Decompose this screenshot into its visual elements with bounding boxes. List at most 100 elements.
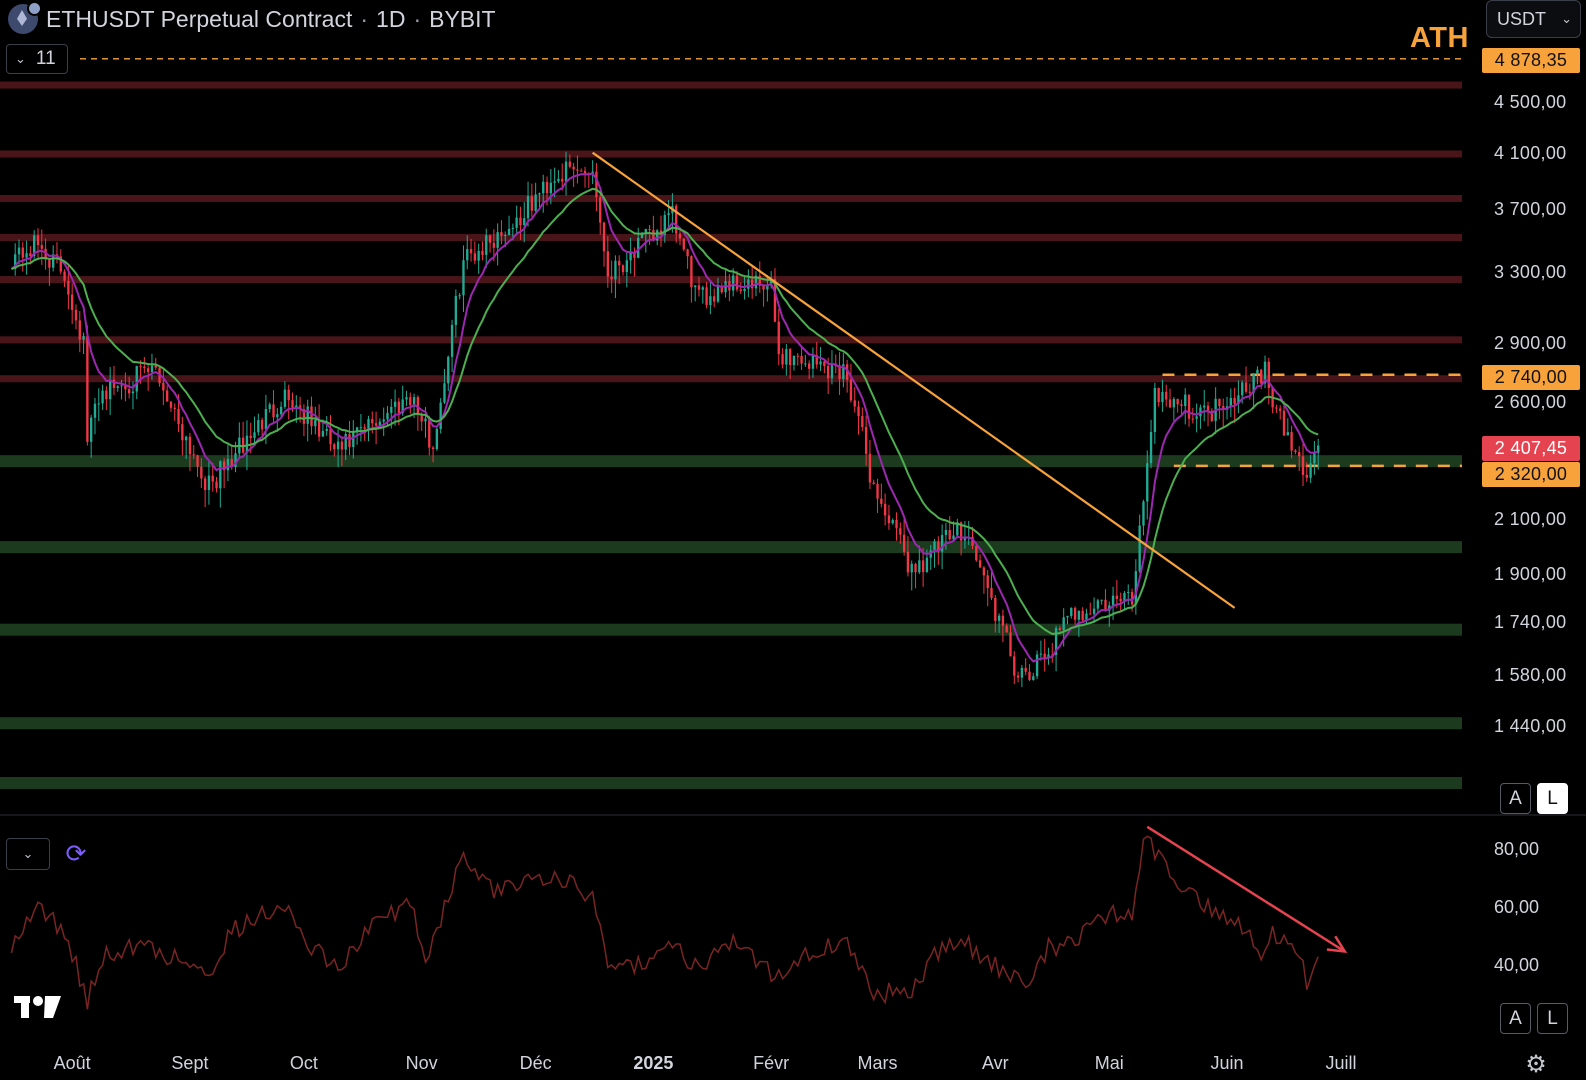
candlestick [97, 388, 100, 422]
exchange-label: BYBIT [429, 5, 496, 32]
candlestick [1016, 671, 1020, 683]
candlestick [804, 354, 807, 367]
candlestick [302, 404, 306, 437]
candlestick [1073, 606, 1077, 625]
candlestick [439, 398, 442, 434]
candlestick [257, 413, 260, 436]
chart-canvas[interactable] [0, 0, 1586, 1080]
last-price-tag: 2 407,45 [1482, 436, 1580, 461]
resistance-zone [0, 234, 1462, 242]
candlestick [447, 355, 450, 392]
resistance-zone [0, 81, 1462, 89]
auto-scale-button[interactable]: A [1500, 783, 1531, 814]
candlestick [306, 399, 309, 442]
candlestick [71, 283, 74, 325]
candlestick [253, 416, 256, 443]
candlestick [595, 163, 598, 212]
candlestick [196, 454, 199, 477]
candlestick [978, 554, 982, 568]
time-tick-label: Juill [1325, 1053, 1357, 1073]
candlestick [215, 476, 218, 493]
candlestick [1275, 404, 1278, 413]
candlestick [887, 504, 891, 530]
candlestick [515, 205, 518, 236]
candlestick [678, 228, 682, 246]
candlestick [458, 292, 461, 300]
time-tick-label: Déc [519, 1053, 552, 1073]
tradingview-logo[interactable] [14, 994, 62, 1025]
candlestick [1286, 418, 1289, 436]
log-scale-button[interactable]: L [1537, 783, 1568, 814]
title-separator: · [413, 5, 422, 32]
title-separator: · [360, 5, 369, 32]
candlestick [1138, 514, 1141, 574]
candlestick [914, 562, 917, 589]
candlestick [454, 289, 458, 338]
candlestick [576, 155, 579, 184]
candlestick [450, 319, 454, 372]
candlestick [1081, 607, 1084, 622]
candlestick [1127, 584, 1130, 605]
candlestick [1195, 403, 1198, 433]
candlestick [1165, 384, 1168, 407]
candlestick [1271, 386, 1274, 414]
sync-icon[interactable]: ⟳ [62, 840, 90, 868]
chart-header[interactable]: ETHUSDT Perpetual Contract · 1D · BYBIT [8, 1, 496, 34]
symbol-title: ETHUSDT Perpetual Contract [46, 5, 353, 32]
candlestick [481, 241, 484, 261]
candlestick [880, 483, 883, 508]
candlestick [477, 243, 480, 274]
candlestick [614, 255, 617, 299]
candlestick [393, 389, 397, 426]
candlestick [55, 242, 59, 264]
rsi-pane-toggle-button[interactable]: ⌄ [6, 838, 50, 870]
candlestick [610, 260, 613, 294]
candlestick [1153, 382, 1157, 444]
candlestick [530, 183, 534, 217]
candlestick [557, 170, 560, 183]
candlestick [542, 174, 545, 213]
candlestick [891, 518, 894, 525]
price-tick-label: 1 740,00 [1494, 612, 1567, 633]
candlestick [777, 308, 780, 365]
candlestick [682, 238, 685, 252]
gear-icon[interactable]: ⚙ [1521, 1050, 1551, 1080]
candlestick [602, 221, 606, 267]
candlestick [1035, 650, 1039, 680]
chevron-down-icon: ⌄ [15, 51, 26, 66]
candlestick [74, 304, 78, 330]
candlestick [162, 369, 165, 406]
candlestick [105, 386, 108, 411]
candlestick [314, 406, 317, 435]
candlestick [1172, 397, 1176, 421]
candlestick [796, 353, 799, 366]
candlestick [1066, 615, 1069, 625]
candlestick [101, 384, 104, 410]
candlestick [158, 366, 161, 387]
time-tick-label: Mars [857, 1053, 898, 1073]
candlestick [849, 363, 853, 403]
rsi-auto-scale-button[interactable]: A [1500, 1003, 1531, 1034]
rsi-log-scale-button[interactable]: L [1537, 1003, 1568, 1034]
resistance-zone [0, 150, 1462, 158]
candlestick [750, 267, 754, 299]
currency-select[interactable]: USDT ⌄ [1486, 0, 1581, 38]
candlestick [720, 283, 723, 294]
candlestick [629, 237, 632, 274]
candlestick [948, 516, 951, 541]
candlestick [310, 396, 313, 435]
candlestick [1092, 597, 1096, 623]
resistance-price-tag: 2 740,00 [1482, 365, 1580, 390]
candlestick [572, 162, 575, 187]
indicators-toggle-button[interactable]: ⌄ 11 [6, 44, 68, 74]
ema-slow-line [11, 187, 1319, 636]
candlestick [933, 538, 936, 568]
candlestick [1210, 408, 1214, 423]
candlestick [534, 182, 537, 215]
time-tick-label: 2025 [633, 1053, 674, 1073]
candlestick [469, 238, 473, 262]
candlestick [667, 200, 670, 227]
price-tick-label: 4 500,00 [1494, 92, 1567, 113]
time-tick-label: Oct [289, 1053, 318, 1073]
candlestick [857, 400, 860, 435]
